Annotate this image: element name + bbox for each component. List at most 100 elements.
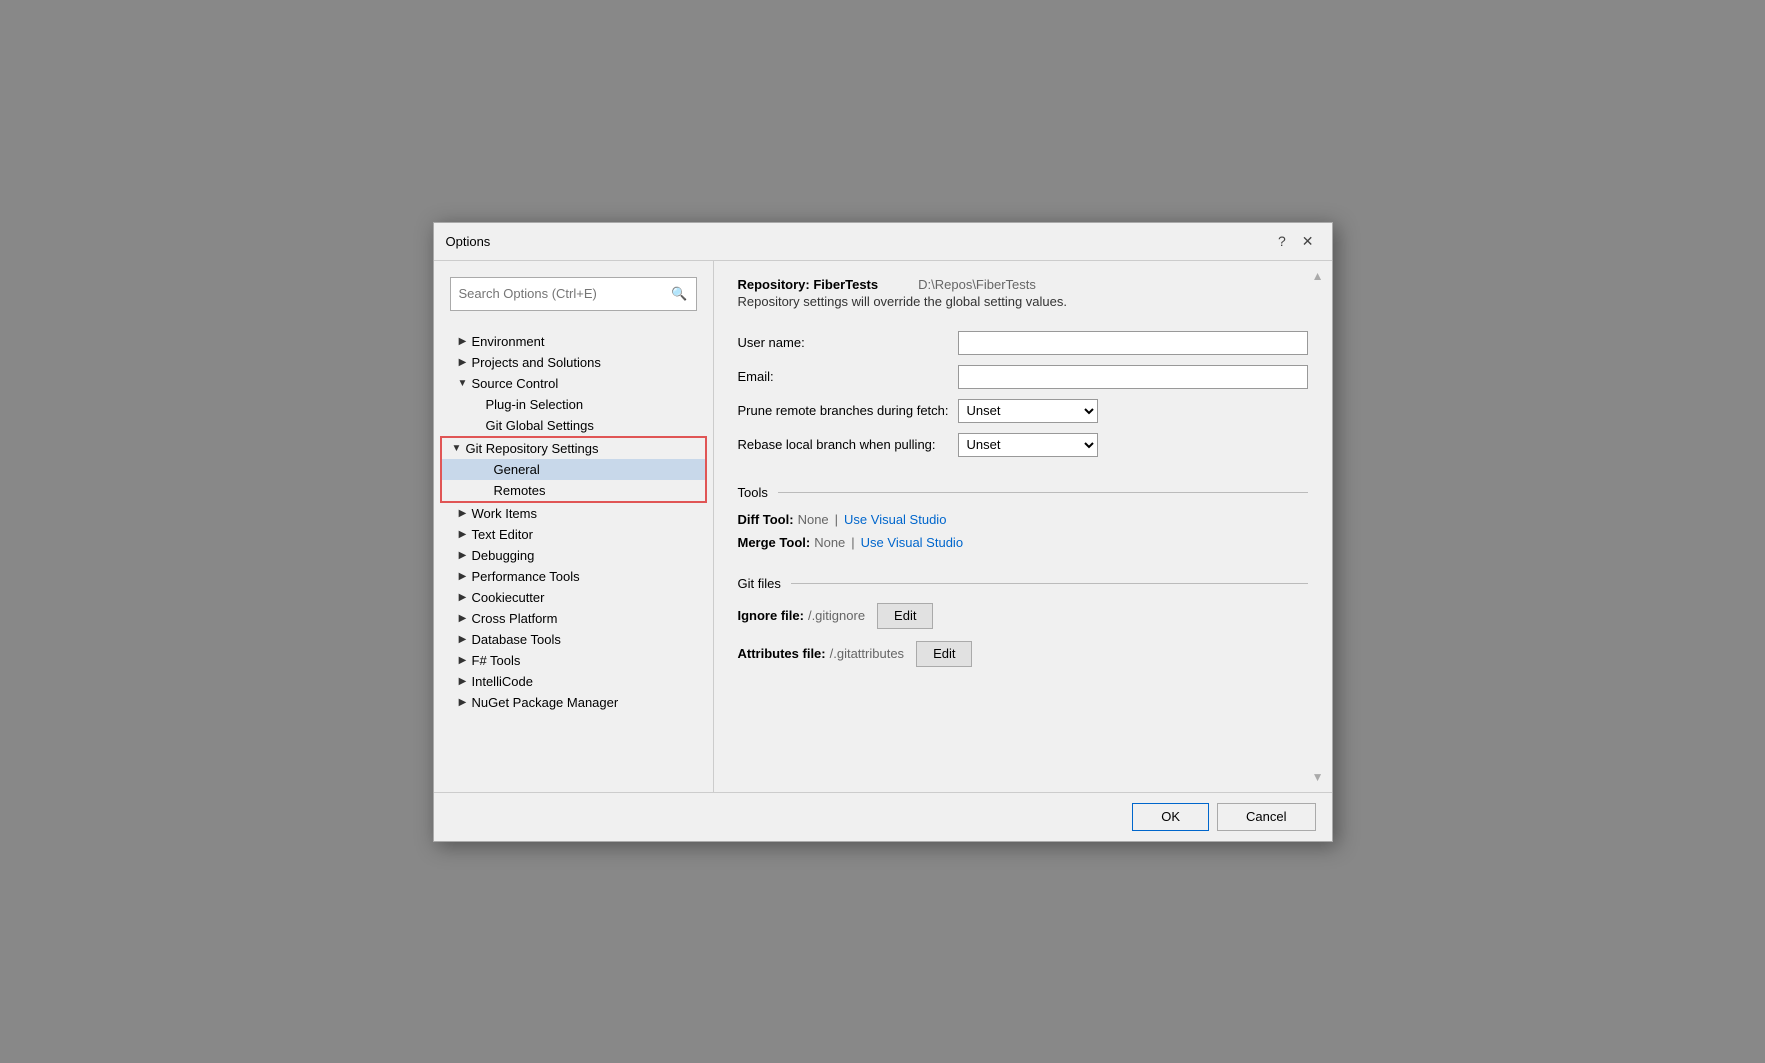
sidebar-item-label: F# Tools (472, 653, 705, 668)
merge-tool-sep: | (851, 535, 854, 550)
rebase-label: Rebase local branch when pulling: (738, 437, 958, 452)
diff-tool-sep: | (835, 512, 838, 527)
merge-tool-link[interactable]: Use Visual Studio (861, 535, 963, 550)
sidebar-item-performance-tools[interactable]: ▶ Performance Tools (434, 566, 713, 587)
sidebar-item-label: Git Repository Settings (466, 441, 697, 456)
tools-divider-line (778, 492, 1308, 493)
ignore-file-edit-button[interactable]: Edit (877, 603, 933, 629)
ok-button[interactable]: OK (1132, 803, 1209, 831)
search-input[interactable] (459, 286, 672, 301)
diff-tool-label: Diff Tool: (738, 512, 794, 527)
ignore-file-row: Ignore file: /.gitignore Edit (738, 603, 1308, 629)
sidebar-item-label: NuGet Package Manager (472, 695, 705, 710)
sidebar-item-cookiecutter[interactable]: ▶ Cookiecutter (434, 587, 713, 608)
sidebar-item-label: Git Global Settings (486, 418, 705, 433)
merge-tool-label: Merge Tool: (738, 535, 811, 550)
expand-arrow: ▼ (456, 378, 470, 389)
repo-name: Repository: FiberTests (738, 277, 879, 292)
attributes-file-label: Attributes file: (738, 646, 826, 661)
expand-arrow: ▶ (456, 592, 470, 603)
sidebar-item-work-items[interactable]: ▶ Work Items (434, 503, 713, 524)
ignore-file-path: /.gitignore (808, 608, 865, 623)
left-panel: 🔍 ▶ Environment ▶ Projects and Solutions… (434, 261, 714, 792)
sidebar-item-label: Cross Platform (472, 611, 705, 626)
attributes-file-edit-button[interactable]: Edit (916, 641, 972, 667)
attributes-file-row: Attributes file: /.gitattributes Edit (738, 641, 1308, 667)
sidebar-item-git-repo-settings[interactable]: ▼ Git Repository Settings (442, 438, 705, 459)
sidebar-item-label: Environment (472, 334, 705, 349)
attributes-file-path: /.gitattributes (830, 646, 904, 661)
options-dialog: Options ? ✕ 🔍 ▶ Environment (433, 222, 1333, 842)
email-input[interactable] (958, 365, 1308, 389)
repo-title-row: Repository: FiberTests D:\Repos\FiberTes… (738, 277, 1308, 292)
help-button[interactable]: ? (1272, 231, 1292, 252)
right-panel: ▲ Repository: FiberTests D:\Repos\FiberT… (714, 261, 1332, 792)
sidebar-item-plugin-selection[interactable]: Plug-in Selection (434, 394, 713, 415)
sidebar-item-general[interactable]: General (442, 459, 705, 480)
repo-path: D:\Repos\FiberTests (918, 277, 1036, 292)
sidebar-item-label: Source Control (472, 376, 705, 391)
git-files-divider-line (791, 583, 1308, 584)
sidebar-item-projects-solutions[interactable]: ▶ Projects and Solutions (434, 352, 713, 373)
repo-subtitle: Repository settings will override the gl… (738, 294, 1308, 309)
dialog-body: 🔍 ▶ Environment ▶ Projects and Solutions… (434, 261, 1332, 792)
expand-arrow: ▶ (456, 336, 470, 347)
sidebar-item-cross-platform[interactable]: ▶ Cross Platform (434, 608, 713, 629)
sidebar-item-label: Debugging (472, 548, 705, 563)
scroll-up-indicator[interactable]: ▲ (1312, 269, 1324, 283)
tools-divider: Tools (738, 485, 1308, 500)
git-repo-settings-group: ▼ Git Repository Settings General Remote… (440, 436, 707, 503)
tree: ▶ Environment ▶ Projects and Solutions ▼… (434, 327, 713, 792)
rebase-dropdown[interactable]: Unset True False (958, 433, 1098, 457)
form-section: User name: Email: Prune remote branches … (738, 331, 1308, 467)
sidebar-item-label: Remotes (494, 483, 697, 498)
sidebar-item-debugging[interactable]: ▶ Debugging (434, 545, 713, 566)
expand-arrow: ▶ (456, 676, 470, 687)
close-button[interactable]: ✕ (1296, 231, 1320, 252)
sidebar-item-label: Work Items (472, 506, 705, 521)
expand-arrow: ▶ (456, 697, 470, 708)
user-name-input[interactable] (958, 331, 1308, 355)
expand-arrow: ▶ (456, 634, 470, 645)
sidebar-item-fsharp-tools[interactable]: ▶ F# Tools (434, 650, 713, 671)
expand-arrow: ▶ (456, 655, 470, 666)
expand-arrow: ▼ (450, 443, 464, 454)
cancel-button[interactable]: Cancel (1217, 803, 1315, 831)
title-bar: Options ? ✕ (434, 223, 1332, 261)
sidebar-item-source-control[interactable]: ▼ Source Control (434, 373, 713, 394)
prune-dropdown[interactable]: Unset True False (958, 399, 1098, 423)
sidebar-item-label: Text Editor (472, 527, 705, 542)
user-name-label: User name: (738, 335, 958, 350)
search-box[interactable]: 🔍 (450, 277, 697, 311)
sidebar-item-nuget-package-manager[interactable]: ▶ NuGet Package Manager (434, 692, 713, 713)
tools-section-label: Tools (738, 485, 768, 500)
scroll-down-indicator[interactable]: ▼ (1312, 770, 1324, 784)
sidebar-item-environment[interactable]: ▶ Environment (434, 331, 713, 352)
merge-tool-none: None (814, 535, 845, 550)
expand-arrow: ▶ (456, 529, 470, 540)
sidebar-item-label: Plug-in Selection (486, 397, 705, 412)
expand-arrow: ▶ (456, 613, 470, 624)
ignore-file-label: Ignore file: (738, 608, 804, 623)
sidebar-item-label: Projects and Solutions (472, 355, 705, 370)
dialog-title: Options (446, 234, 491, 249)
diff-tool-none: None (798, 512, 829, 527)
merge-tool-row: Merge Tool: None | Use Visual Studio (738, 535, 1308, 550)
sidebar-item-label: General (494, 462, 697, 477)
prune-row: Prune remote branches during fetch: Unse… (738, 399, 1308, 423)
sidebar-item-remotes[interactable]: Remotes (442, 480, 705, 501)
sidebar-item-label: Cookiecutter (472, 590, 705, 605)
dialog-footer: OK Cancel (434, 792, 1332, 841)
email-row: Email: (738, 365, 1308, 389)
sidebar-item-database-tools[interactable]: ▶ Database Tools (434, 629, 713, 650)
sidebar-item-intellicode[interactable]: ▶ IntelliCode (434, 671, 713, 692)
sidebar-item-label: Database Tools (472, 632, 705, 647)
title-bar-buttons: ? ✕ (1272, 231, 1320, 252)
sidebar-item-text-editor[interactable]: ▶ Text Editor (434, 524, 713, 545)
git-files-section-label: Git files (738, 576, 781, 591)
sidebar-item-label: IntelliCode (472, 674, 705, 689)
sidebar-item-label: Performance Tools (472, 569, 705, 584)
sidebar-item-git-global-settings[interactable]: Git Global Settings (434, 415, 713, 436)
rebase-row: Rebase local branch when pulling: Unset … (738, 433, 1308, 457)
diff-tool-link[interactable]: Use Visual Studio (844, 512, 946, 527)
